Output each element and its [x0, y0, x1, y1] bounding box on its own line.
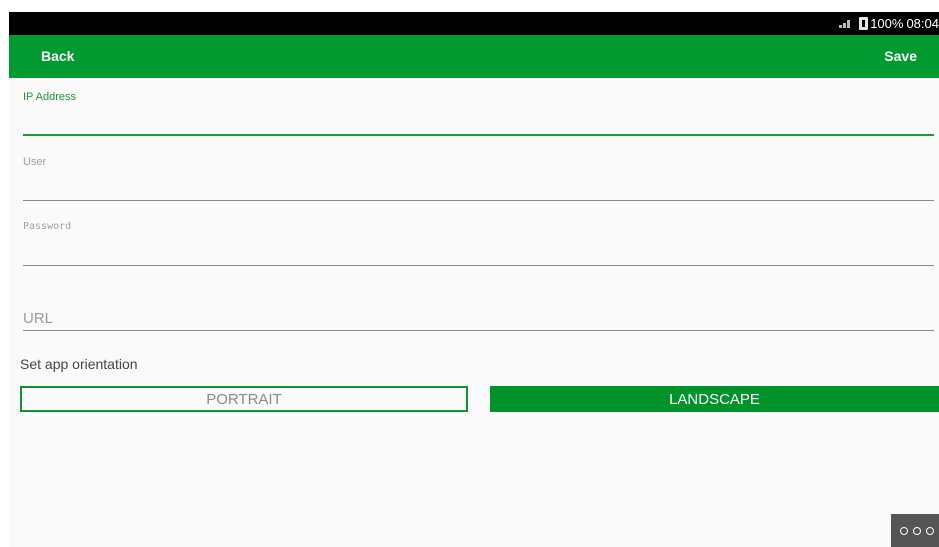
- more-dots-icon[interactable]: [891, 514, 939, 547]
- user-label: User: [23, 156, 47, 168]
- status-indicators: 100% 08:04: [839, 15, 939, 32]
- landscape-button[interactable]: LANDSCAPE: [490, 386, 939, 412]
- url-underline: [23, 330, 934, 331]
- ip-address-field[interactable]: IP Address: [23, 91, 934, 137]
- password-label: Password: [23, 221, 72, 232]
- url-input[interactable]: [23, 310, 934, 327]
- user-field[interactable]: User: [23, 156, 934, 202]
- app-window: 100% 08:04 Back Save IP Address User Pas…: [9, 12, 939, 547]
- back-button[interactable]: Back: [41, 35, 74, 78]
- orientation-label: Set app orientation: [20, 356, 138, 372]
- ip-address-label: IP Address: [23, 91, 76, 103]
- save-button[interactable]: Save: [884, 35, 917, 78]
- wifi-icon: [839, 19, 851, 28]
- battery-level: 100%: [870, 16, 904, 31]
- url-field: [23, 310, 934, 332]
- status-bar: 100% 08:04: [9, 12, 939, 35]
- ip-address-underline: [23, 134, 934, 136]
- password-field[interactable]: Password: [23, 221, 934, 267]
- battery-charging-icon: [859, 17, 869, 30]
- password-underline: [23, 265, 934, 266]
- user-underline: [23, 200, 934, 201]
- clock: 08:04: [906, 16, 939, 31]
- app-bar: Back Save: [9, 35, 939, 78]
- portrait-button[interactable]: PORTRAIT: [20, 386, 468, 412]
